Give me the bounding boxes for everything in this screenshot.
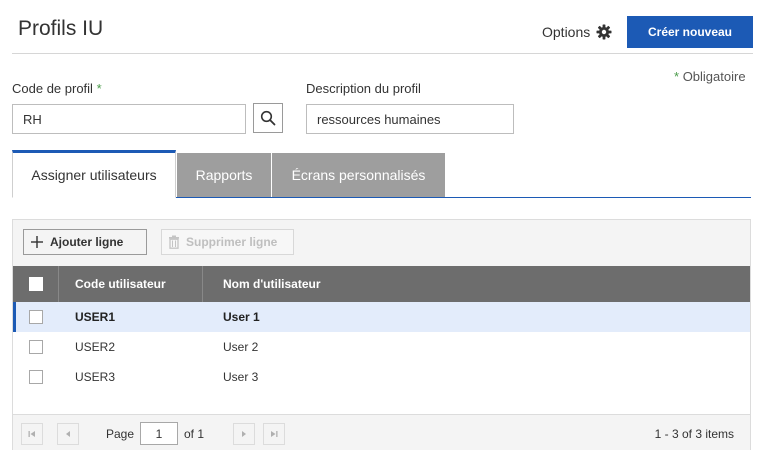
previous-page-icon xyxy=(66,431,70,437)
create-new-button[interactable]: Créer nouveau xyxy=(627,16,753,48)
item-count-label: 1 - 3 of 3 items xyxy=(654,427,734,441)
row-checkbox[interactable] xyxy=(29,340,43,354)
options-button[interactable]: Options xyxy=(542,24,612,40)
row-select-cell xyxy=(13,302,59,332)
next-page-button[interactable] xyxy=(233,423,255,445)
table-row[interactable]: USER3 User 3 xyxy=(13,362,750,392)
row-checkbox[interactable] xyxy=(29,310,43,324)
required-note: * Obligatoire xyxy=(674,69,746,84)
profile-description-label: Description du profil xyxy=(306,81,421,96)
select-all-checkbox[interactable] xyxy=(28,277,43,291)
delete-row-label: Supprimer ligne xyxy=(186,235,278,249)
pagination-bar: Page 1 of 1 1 - 3 of 3 items xyxy=(13,414,750,450)
last-page-icon xyxy=(271,431,278,437)
table-header: Code utilisateur Nom d'utilisateur xyxy=(13,266,750,302)
tab-assign-users[interactable]: Assigner utilisateurs xyxy=(12,150,176,198)
user-name-cell: User 2 xyxy=(223,340,259,354)
next-page-icon xyxy=(242,431,246,437)
add-row-label: Ajouter ligne xyxy=(50,235,124,249)
trash-icon xyxy=(169,235,179,249)
first-page-button[interactable] xyxy=(21,423,43,445)
page-total-label: of 1 xyxy=(184,427,205,441)
user-code-cell: USER1 xyxy=(75,310,116,324)
delete-row-button[interactable]: Supprimer ligne xyxy=(161,229,294,255)
search-icon xyxy=(260,110,276,126)
user-code-cell: USER2 xyxy=(75,340,116,354)
tab-bar: Assigner utilisateurs Rapports Écrans pe… xyxy=(12,150,751,198)
profile-code-label: Code de profil * xyxy=(12,81,102,96)
page-number-input[interactable]: 1 xyxy=(140,422,178,445)
profile-code-label-text: Code de profil xyxy=(12,81,93,96)
profile-description-input[interactable]: ressources humaines xyxy=(306,104,514,134)
first-page-icon xyxy=(28,431,35,437)
tab-custom-screens[interactable]: Écrans personnalisés xyxy=(272,153,445,197)
required-note-text: Obligatoire xyxy=(682,69,746,84)
plus-icon xyxy=(31,236,43,248)
page-title: Profils IU xyxy=(18,17,104,40)
row-select-cell xyxy=(13,332,59,362)
row-checkbox[interactable] xyxy=(29,370,43,384)
options-label: Options xyxy=(542,24,591,40)
profile-code-required-star: * xyxy=(96,81,102,96)
select-all-cell xyxy=(13,266,59,302)
table-empty-area xyxy=(13,392,750,414)
user-code-cell: USER3 xyxy=(75,370,116,384)
tab-reports[interactable]: Rapports xyxy=(177,153,271,197)
previous-page-button[interactable] xyxy=(57,423,79,445)
column-header-user-code[interactable]: Code utilisateur xyxy=(59,266,203,302)
page-header: Profils IU Options Créer nouveau xyxy=(12,0,753,54)
required-star: * xyxy=(674,69,680,84)
profile-code-search-button[interactable] xyxy=(253,103,283,133)
column-header-user-name[interactable]: Nom d'utilisateur xyxy=(203,266,503,302)
user-name-cell: User 1 xyxy=(223,310,260,324)
user-name-cell: User 3 xyxy=(223,370,259,384)
row-select-cell xyxy=(13,362,59,392)
profile-code-input[interactable]: RH xyxy=(12,104,246,134)
gear-icon xyxy=(596,24,612,40)
add-row-button[interactable]: Ajouter ligne xyxy=(23,229,147,255)
last-page-button[interactable] xyxy=(263,423,285,445)
table-row[interactable]: USER2 User 2 xyxy=(13,332,750,362)
table-row[interactable]: USER1 User 1 xyxy=(13,302,750,332)
page-label: Page xyxy=(106,427,135,441)
users-grid: Ajouter ligne Supprimer ligne Code utili… xyxy=(12,219,751,450)
users-table: Code utilisateur Nom d'utilisateur USER1… xyxy=(13,266,750,414)
